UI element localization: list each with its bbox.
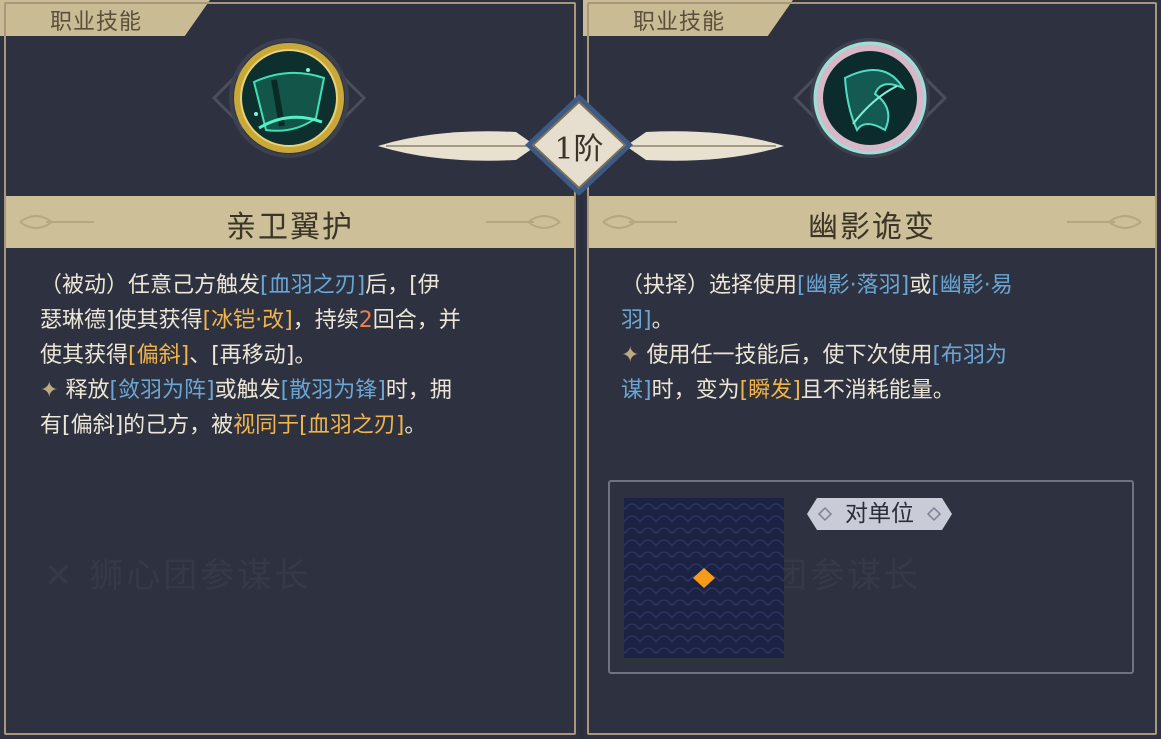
desc-text: （抉择）选择使用 xyxy=(621,273,798,298)
desc-text: 、[再移动]。 xyxy=(189,343,317,368)
desc-text: 使用任一技能后，使下次使用 xyxy=(646,343,933,368)
shadow-feather-icon xyxy=(792,38,948,158)
skill-title-bar: 幽影诡变 xyxy=(589,196,1155,248)
keyword-deflect: [偏斜] xyxy=(128,343,190,368)
star-icon: ✦ xyxy=(621,343,647,368)
range-grid xyxy=(624,498,784,658)
watermark: ✕ 狮心团参谋长 xyxy=(44,548,311,597)
desc-text: 时，变为 xyxy=(651,378,740,403)
desc-line: （被动）任意己方触发[血羽之刃]后，[伊 xyxy=(40,268,550,303)
desc-line: 有[偏斜]的己方，被视同于[血羽之刃]。 xyxy=(40,408,550,443)
desc-text: 释放 xyxy=(65,378,110,403)
desc-line: 羽]。 xyxy=(621,303,1131,338)
desc-text: 有[偏斜]的己方，被 xyxy=(40,413,234,438)
target-type-label: 对单位 xyxy=(845,501,914,527)
desc-text: 。 xyxy=(651,308,674,333)
keyword-feather-formation: [敛羽为阵] xyxy=(109,378,215,403)
star-icon: ✦ xyxy=(40,378,66,403)
keyword-feather-scheme: [布羽为 xyxy=(932,343,1008,368)
desc-text: 回合，并 xyxy=(372,308,461,333)
desc-line: ✦ 释放[敛羽为阵]或触发[散羽为锋]时，拥 xyxy=(40,373,550,408)
career-skill-tab: 职业技能 xyxy=(583,0,793,36)
keyword-shadow-falling-feather: [幽影·落羽] xyxy=(797,273,910,298)
desc-text: （被动）任意己方触发 xyxy=(40,273,261,298)
tab-label: 职业技能 xyxy=(633,10,726,35)
desc-line: 使其获得[偏斜]、[再移动]。 xyxy=(40,338,550,373)
desc-line: ✦ 使用任一技能后，使下次使用[布羽为 xyxy=(621,338,1131,373)
keyword-blood-feather-blade: [血羽之刃] xyxy=(260,273,366,298)
ornament-icon xyxy=(1067,215,1142,229)
skill-description: （抉择）选择使用[幽影·落羽]或[幽影·易 羽]。 ✦ 使用任一技能后，使下次使… xyxy=(621,268,1131,408)
desc-text: ，持续 xyxy=(292,308,359,333)
keyword-feather-blade-scatter: [散羽为锋] xyxy=(280,378,386,403)
keyword-feather-scheme: 谋] xyxy=(621,378,652,403)
stage-label: 1阶 xyxy=(554,132,604,167)
keyword-shadow-shift-feather: 羽] xyxy=(621,308,652,333)
keyword-instant-cast: [瞬发] xyxy=(739,378,801,403)
desc-text: 或 xyxy=(909,273,932,298)
desc-text: 使其获得 xyxy=(40,343,129,368)
desc-text: 且不消耗能量。 xyxy=(800,378,955,403)
watermark-text: 狮心团参谋长 xyxy=(89,556,311,596)
desc-text: 。 xyxy=(404,413,427,438)
desc-text: 时，拥 xyxy=(385,378,452,403)
keyword-treated-as: 视同于[血羽之刃] xyxy=(233,413,405,438)
ornament-icon xyxy=(486,215,561,229)
desc-line: 谋]时，变为[瞬发]且不消耗能量。 xyxy=(621,373,1131,408)
tab-label: 职业技能 xyxy=(50,10,143,35)
skill-card-left: 职业技能 亲卫翼护 （被动）任意己方触发[血羽之刃]后，[伊 瑟琳德]使其获得[… xyxy=(0,0,580,739)
desc-line: （抉择）选择使用[幽影·落羽]或[幽影·易 xyxy=(621,268,1131,303)
stage-badge-label-wrap: 1阶 xyxy=(523,92,635,198)
skill-title-bar: 亲卫翼护 xyxy=(6,196,574,248)
desc-line: 瑟琳德]使其获得[冰铠·改]，持续2回合，并 xyxy=(40,303,550,338)
shield-wing-icon xyxy=(211,38,367,158)
desc-text: 后，[伊 xyxy=(365,273,440,298)
desc-text: 瑟琳德]使其获得 xyxy=(40,308,203,333)
career-skill-tab: 职业技能 xyxy=(0,0,210,36)
duration-number: 2 xyxy=(358,308,373,333)
keyword-ice-armor: [冰铠·改] xyxy=(202,308,293,333)
target-type-label-wrap: 对单位 xyxy=(807,498,952,530)
keyword-shadow-shift-feather: [幽影·易 xyxy=(931,273,1013,298)
skill-description: （被动）任意己方触发[血羽之刃]后，[伊 瑟琳德]使其获得[冰铠·改]，持续2回… xyxy=(40,268,550,443)
desc-text: 或触发 xyxy=(214,378,281,403)
